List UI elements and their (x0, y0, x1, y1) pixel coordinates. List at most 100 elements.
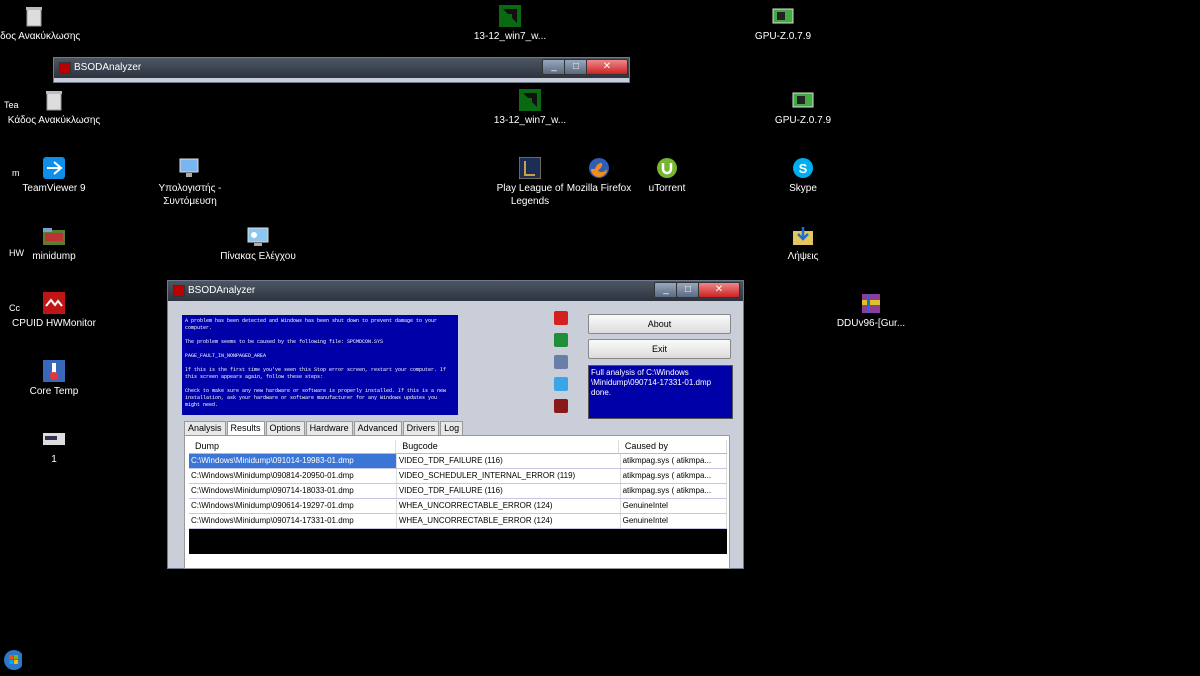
excel-icon[interactable] (554, 333, 568, 347)
desktop-icon-downloads[interactable]: Λήψεις (755, 224, 851, 263)
desktop-icon-ddu[interactable]: DDUv96-[Gur... (823, 291, 919, 330)
desktop-icon-label: Κάδος Ανακύκλωσης (7, 115, 101, 126)
column-header-bugcode[interactable]: Bugcode (396, 440, 619, 453)
bsod-preview: A problem has been detected and Windows … (182, 315, 458, 415)
cell-dump: C:\Windows\Minidump\090614-19297-01.dmp (189, 499, 397, 513)
results-panel: Dump Bugcode Caused by C:\Windows\Minidu… (184, 435, 730, 569)
cell-bugcode: VIDEO_TDR_FAILURE (116) (397, 484, 621, 498)
computer-icon (178, 156, 202, 180)
download-icon[interactable] (554, 355, 568, 369)
desktop-icon-recycle-bin[interactable]: Κάδος Ανακύκλωσης (6, 88, 102, 127)
cell-caused-by: GenuineIntel (621, 514, 727, 528)
desktop-icon-core-temp[interactable]: Core Temp (6, 359, 102, 398)
tab-drivers[interactable]: Drivers (402, 421, 440, 435)
table-row[interactable]: C:\Windows\Minidump\090714-17331-01.dmp … (189, 514, 727, 529)
bsod-analyzer-window[interactable]: BSODAnalyzer _ □ ✕ A problem has been de… (167, 280, 744, 569)
desktop-icon-label: 13-12_win7_w... (493, 115, 567, 126)
maximize-button[interactable]: □ (676, 282, 700, 298)
close-button[interactable]: ✕ (698, 282, 740, 298)
tab-bar: Analysis Results Options Hardware Advanc… (184, 421, 464, 436)
tab-advanced[interactable]: Advanced (353, 421, 402, 435)
lol-icon (518, 156, 542, 180)
app-logo-icon (554, 399, 568, 413)
bsod-text: A problem has been detected and Windows … (185, 318, 447, 408)
table-row[interactable]: C:\Windows\Minidump\090814-20950-01.dmp … (189, 469, 727, 484)
tab-options[interactable]: Options (265, 421, 305, 435)
cell-dump: C:\Windows\Minidump\090814-20950-01.dmp (189, 469, 397, 483)
status-panel: Full analysis of C:\Windows \Minidump\09… (588, 365, 733, 419)
maximize-button[interactable]: □ (564, 59, 588, 75)
desktop-icon-label: Κάδος Ανακύκλωσης (0, 31, 81, 42)
utorrent-icon (655, 156, 679, 180)
cell-dump: C:\Windows\Minidump\090714-17331-01.dmp (189, 514, 397, 528)
recycle-bin-icon (22, 4, 46, 28)
desktop-icon-skype[interactable]: S Skype (755, 156, 851, 195)
desktop-icon-computer[interactable]: Υπολογιστής - Συντόμευση (142, 156, 238, 208)
desktop-icon-hwmonitor[interactable]: CPUID HWMonitor (6, 291, 102, 330)
desktop-icon-recycle-bin-top[interactable]: Κάδος Ανακύκλωσης (0, 4, 82, 43)
gpuz-icon (771, 4, 795, 28)
recycle-bin-icon (42, 88, 66, 112)
start-button[interactable] (2, 646, 24, 673)
title-bar[interactable]: BSODAnalyzer _ □ ✕ (168, 281, 743, 301)
downloads-icon (791, 224, 815, 248)
table-row[interactable]: C:\Windows\Minidump\090614-19297-01.dmp … (189, 499, 727, 514)
pdf-icon[interactable] (554, 311, 568, 325)
table-row[interactable]: C:\Windows\Minidump\091014-19983-01.dmp … (189, 454, 727, 469)
column-header-dump[interactable]: Dump (189, 440, 397, 453)
desktop-icon-label: uTorrent (648, 183, 686, 194)
results-table: Dump Bugcode Caused by C:\Windows\Minidu… (189, 440, 727, 554)
table-header: Dump Bugcode Caused by (189, 440, 727, 454)
desktop-icon-teamviewer[interactable]: TeamViewer 9 (6, 156, 102, 195)
desktop-strip (0, 84, 1200, 86)
desktop-icon-amd[interactable]: 13-12_win7_w... (482, 88, 578, 127)
twitter-icon[interactable] (554, 377, 568, 391)
column-header-caused-by[interactable]: Caused by (619, 440, 727, 453)
cell-bugcode: VIDEO_TDR_FAILURE (116) (397, 454, 621, 468)
tab-log[interactable]: Log (440, 421, 464, 435)
gpuz-icon (791, 88, 815, 112)
desktop-icon-minidump[interactable]: minidump (6, 224, 102, 263)
minimize-button[interactable]: _ (654, 282, 678, 298)
window-title: BSODAnalyzer (188, 285, 256, 296)
firefox-icon (587, 156, 611, 180)
desktop-icon-label: TeamViewer 9 (22, 183, 86, 194)
desktop-icon-control-panel[interactable]: Πίνακας Ελέγχου (210, 224, 306, 263)
desktop-icon-label: 1 (51, 454, 57, 465)
amd-icon (498, 4, 522, 28)
desktop-icon-label: Core Temp (29, 386, 79, 397)
desktop-icon-amd-top[interactable]: 13-12_win7_w... (462, 4, 558, 43)
cell-dump: C:\Windows\Minidump\091014-19983-01.dmp (189, 454, 397, 468)
desktop-icon-label: GPU-Z.0.7.9 (774, 115, 832, 126)
window-title: BSODAnalyzer (74, 62, 142, 73)
tab-results[interactable]: Results (226, 421, 265, 436)
desktop-icon-label: Υπολογιστής - Συντόμευση (158, 183, 222, 207)
folder-icon (42, 224, 66, 248)
app-icon (59, 62, 71, 74)
desktop-icon-utorrent[interactable]: uTorrent (619, 156, 715, 195)
title-bar[interactable]: BSODAnalyzer _ □ ✕ (54, 58, 629, 78)
cell-bugcode: WHEA_UNCORRECTABLE_ERROR (124) (397, 514, 621, 528)
desktop-icon-gpuz[interactable]: GPU-Z.0.7.9 (755, 88, 851, 127)
about-button[interactable]: About (588, 314, 731, 334)
skype-icon: S (791, 156, 815, 180)
table-row[interactable]: C:\Windows\Minidump\090714-18033-01.dmp … (189, 484, 727, 499)
cell-bugcode: VIDEO_SCHEDULER_INTERNAL_ERROR (119) (397, 469, 621, 483)
app-icon (173, 285, 185, 297)
exit-button[interactable]: Exit (588, 339, 731, 359)
desktop-icon-label: Πίνακας Ελέγχου (220, 251, 296, 262)
desktop-icon-label: Skype (789, 183, 817, 194)
control-panel-icon (246, 224, 270, 248)
close-button[interactable]: ✕ (586, 59, 628, 75)
cell-bugcode: WHEA_UNCORRECTABLE_ERROR (124) (397, 499, 621, 513)
tab-analysis[interactable]: Analysis (184, 421, 226, 435)
desktop-icon-file-1[interactable]: 1 (6, 427, 102, 466)
tab-hardware[interactable]: Hardware (305, 421, 353, 435)
desktop-icon-gpuz-top[interactable]: GPU-Z.0.7.9 (735, 4, 831, 43)
export-icons (554, 311, 574, 421)
hwmonitor-icon (42, 291, 66, 315)
winrar-icon (859, 291, 883, 315)
minimize-button[interactable]: _ (542, 59, 566, 75)
desktop-icon-label: DDUv96-[Gur... (836, 318, 906, 329)
bsod-analyzer-background-window[interactable]: BSODAnalyzer _ □ ✕ (53, 57, 630, 83)
